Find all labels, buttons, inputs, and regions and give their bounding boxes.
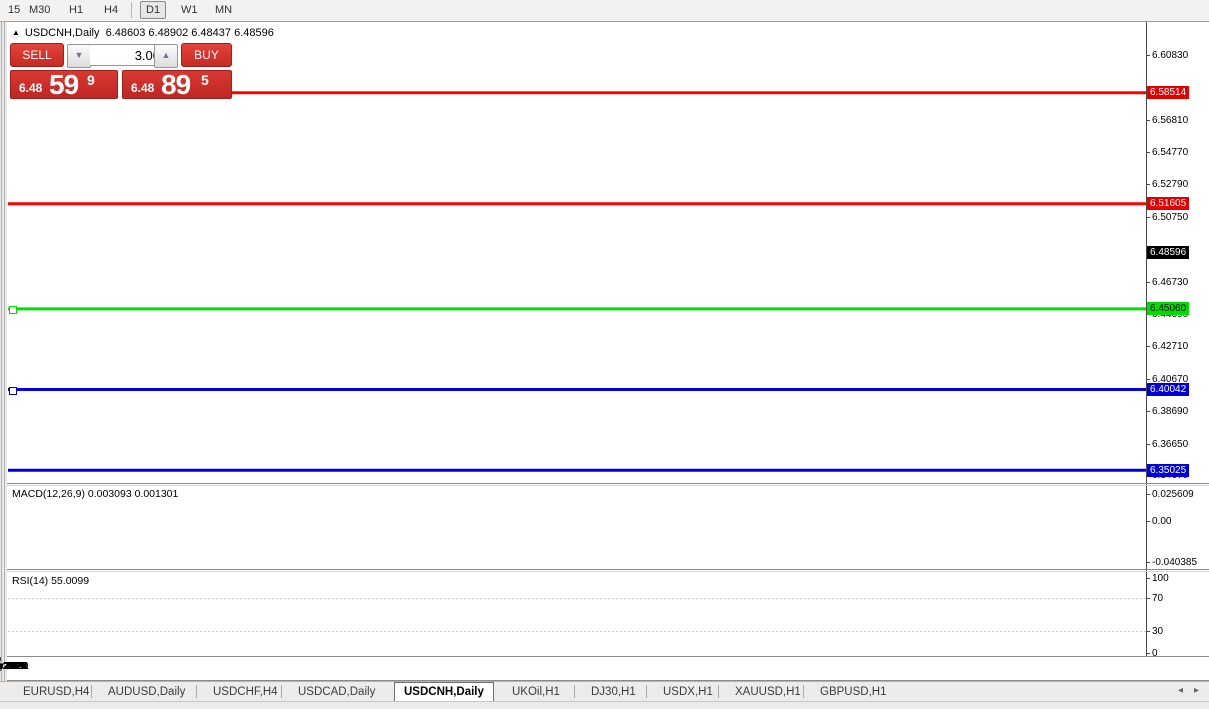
rsi-label: RSI(14) 55.0099 bbox=[12, 575, 90, 587]
one-click-trade-panel: SELL ▼ ▲ BUY 6.48 59 9 6.48 89 5 bbox=[8, 41, 232, 99]
tab-separator bbox=[91, 685, 92, 698]
timeframe-button-M30[interactable]: M30 bbox=[24, 2, 55, 18]
price-axis-tick: 6.56810 bbox=[1152, 114, 1189, 126]
timeframe-toolbar: 15 M30 H1 H4 D1 W1 MN bbox=[0, 0, 1209, 22]
macd-axis-tick: -0.040385 bbox=[1152, 557, 1198, 569]
hline-price-label: 6.58514 bbox=[1147, 86, 1190, 100]
sell-price-prefix: 6.48 bbox=[19, 81, 43, 95]
window-left-edge bbox=[0, 22, 7, 701]
price-axis-tick: 6.52790 bbox=[1152, 179, 1189, 191]
tab-separator bbox=[646, 685, 647, 698]
buy-price-sup: 5 bbox=[201, 72, 209, 88]
tab-separator bbox=[718, 685, 719, 698]
tab-xauusd-h1[interactable]: XAUUSD,H1 bbox=[726, 683, 810, 701]
buy-button[interactable]: BUY bbox=[181, 43, 232, 67]
macd-axis-tick: 0.00 bbox=[1152, 515, 1172, 527]
timeframe-button-15[interactable]: 15 bbox=[3, 2, 25, 18]
tab-separator bbox=[281, 685, 282, 698]
buy-price-big: 89 bbox=[161, 70, 191, 99]
tab-usdcad-daily[interactable]: USDCAD,Daily bbox=[289, 683, 384, 701]
hline-price-label: 6.51605 bbox=[1147, 197, 1190, 211]
bid-marker-icon: ▲ bbox=[12, 28, 20, 37]
sell-button[interactable]: SELL bbox=[10, 43, 64, 67]
tab-ukoil-h1[interactable]: UKOil,H1 bbox=[503, 683, 569, 701]
buy-price-prefix: 6.48 bbox=[131, 81, 155, 95]
spinner-up-icon: ▲ bbox=[161, 50, 171, 60]
price-axis-tick: 6.50750 bbox=[1152, 211, 1189, 223]
tab-separator bbox=[196, 685, 197, 698]
tab-usdx-h1[interactable]: USDX,H1 bbox=[654, 683, 722, 701]
sell-price-big: 59 bbox=[49, 70, 79, 99]
sell-price-sup: 9 bbox=[87, 72, 95, 88]
macd-axis-tick: 0.025609 bbox=[1152, 489, 1194, 501]
rsi-axis-tick: 70 bbox=[1152, 593, 1164, 605]
price-axis-tick: 6.46730 bbox=[1152, 276, 1189, 288]
sell-price-display[interactable]: 6.48 59 9 bbox=[10, 70, 118, 99]
rsi-axis-tick: 100 bbox=[1152, 572, 1169, 584]
price-axis-tick: 6.42710 bbox=[1152, 341, 1189, 353]
hline-drag-handle[interactable] bbox=[9, 305, 17, 314]
hline-price-label: 6.40042 bbox=[1147, 383, 1190, 397]
tab-eurusd-h4[interactable]: EURUSD,H4 bbox=[14, 683, 98, 701]
timeframe-button-H1[interactable]: H1 bbox=[64, 2, 88, 18]
symbol-tab-bar: EURUSD,H4 AUDUSD,Daily USDCHF,H4 USDCAD,Dai… bbox=[0, 681, 1209, 703]
macd-panel-separator[interactable] bbox=[7, 483, 1209, 484]
symbol-title: USDCNH,Daily bbox=[24, 27, 100, 39]
tab-gbpusd-h1[interactable]: GBPUSD,H1 bbox=[811, 683, 895, 701]
ohlc-values: 6.48603 6.48902 6.48437 6.48596 bbox=[105, 27, 274, 39]
price-axis-tick: 6.38690 bbox=[1152, 405, 1189, 417]
spinner-down-icon: ▼ bbox=[74, 50, 84, 60]
tab-separator bbox=[803, 685, 804, 698]
tab-scroll-left-icon[interactable]: ◂ bbox=[1178, 685, 1183, 696]
chart-window bbox=[7, 21, 1209, 682]
hline-price-label: 6.35025 bbox=[1147, 463, 1190, 477]
price-axis-separator bbox=[1146, 22, 1147, 657]
macd-panel-separator-highlight bbox=[7, 485, 1209, 486]
tab-dj30-h1[interactable]: DJ30,H1 bbox=[582, 683, 645, 701]
hline-price-label: 6.45060 bbox=[1147, 302, 1190, 316]
tab-usdcnh-daily[interactable]: USDCNH,Daily bbox=[394, 682, 494, 703]
timeframe-button-D1[interactable]: D1 bbox=[140, 1, 167, 19]
tab-usdchf-h4[interactable]: USDCHF,H4 bbox=[204, 683, 287, 701]
terminal-window: 15 M30 H1 H4 D1 W1 MN ▲ USDCNH,Daily 6.48603 6.… bbox=[0, 0, 1209, 709]
price-axis-tick: 6.60830 bbox=[1152, 49, 1189, 61]
tab-audusd-daily[interactable]: AUDUSD,Daily bbox=[99, 683, 194, 701]
price-axis-tick: 6.54770 bbox=[1152, 147, 1189, 159]
rsi-panel-separator[interactable] bbox=[7, 569, 1209, 570]
timeframe-button-W1[interactable]: W1 bbox=[176, 2, 203, 18]
current-price-label: 6.48596 bbox=[1147, 245, 1190, 259]
buy-price-display[interactable]: 6.48 89 5 bbox=[122, 70, 232, 99]
timeframe-button-H4[interactable]: H4 bbox=[99, 2, 123, 18]
rsi-axis-tick: 30 bbox=[1152, 625, 1164, 637]
timeframe-button-MN[interactable]: MN bbox=[210, 2, 237, 18]
tab-scroll-right-icon[interactable]: ▸ bbox=[1194, 685, 1199, 696]
hline-drag-handle[interactable] bbox=[9, 386, 17, 395]
date-axis-separator bbox=[7, 656, 1209, 657]
rsi-panel-separator-highlight bbox=[7, 571, 1209, 572]
date-axis-label: 4 Aug 2021 bbox=[0, 661, 26, 672]
tab-separator bbox=[574, 685, 575, 698]
macd-label: MACD(12,26,9) 0.003093 0.001301 bbox=[12, 488, 179, 500]
volume-increase-button[interactable]: ▲ bbox=[154, 44, 178, 68]
price-axis-tick: 6.36650 bbox=[1152, 438, 1189, 450]
volume-decrease-button[interactable]: ▼ bbox=[67, 44, 91, 68]
toolbar-separator bbox=[131, 2, 132, 18]
symbol-title-line: ▲ USDCNH,Daily 6.48603 6.48902 6.48437 6.… bbox=[12, 27, 274, 39]
